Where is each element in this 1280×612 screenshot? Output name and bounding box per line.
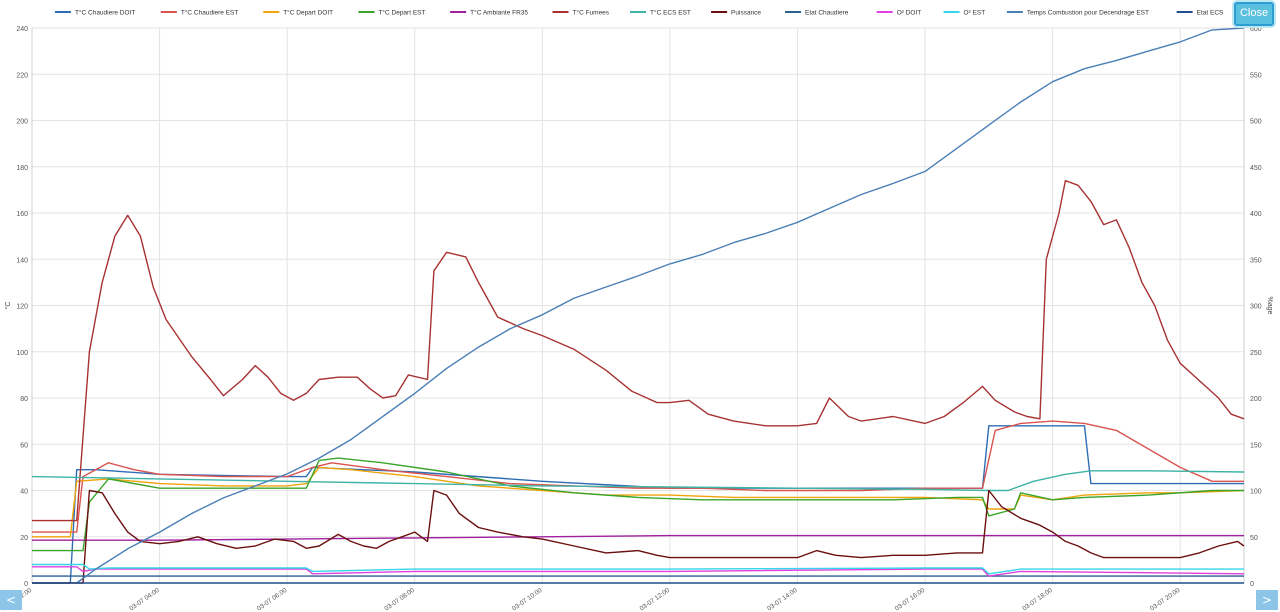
- legend-label: T°C Depart EST: [378, 9, 425, 17]
- y-left-tick-label: 240: [16, 26, 28, 33]
- legend-item-10[interactable]: O² EST: [943, 10, 986, 17]
- line-chart: 0204060801001201401601802002202400501001…: [1, 9, 1273, 612]
- legend-label: O² DOIT: [897, 10, 922, 17]
- y-right-tick-label: 550: [1250, 72, 1262, 79]
- legend-label: T°C Chaudiere DOIT: [75, 9, 135, 17]
- legend-item-0[interactable]: T°C Chaudiere DOIT: [54, 9, 135, 17]
- y-right-tick-label: 100: [1250, 489, 1262, 496]
- legend-item-11[interactable]: Temps Combustion pour Decendrage EST: [1006, 10, 1149, 17]
- legend-item-4[interactable]: T°C Ambiante FR35: [450, 9, 528, 17]
- y-left-tick-label: 60: [20, 442, 28, 449]
- y-right-tick-label: 150: [1250, 442, 1262, 449]
- y-left-tick-label: 40: [20, 489, 28, 496]
- y-left-tick-label: 20: [20, 535, 28, 542]
- y-right-tick-label: 500: [1250, 119, 1262, 126]
- x-tick-label: 03-07 14:00: [766, 587, 799, 612]
- prev-button[interactable]: <: [0, 590, 22, 610]
- legend-item-1[interactable]: T°C Chaudiere EST: [160, 9, 239, 17]
- y-left-tick-label: 140: [16, 257, 28, 264]
- y-right-tick-label: 200: [1250, 396, 1262, 403]
- x-tick-label: 03-07 10:00: [511, 587, 544, 612]
- x-tick-label: 03-07 16:00: [894, 587, 927, 612]
- y-left-tick-label: 200: [16, 119, 28, 126]
- legend[interactable]: T°C Chaudiere DOIT T°C Chaudiere EST T°C D…: [54, 9, 1224, 17]
- y-right-tick-label: 350: [1250, 257, 1262, 264]
- x-tick-label: 03-07 08:00: [383, 587, 416, 612]
- y-left-tick-label: 100: [16, 350, 28, 357]
- series-line-5: [32, 179, 1245, 522]
- legend-label: T°C Fumees: [573, 9, 610, 17]
- legend-label: T°C Depart DOIT: [283, 9, 333, 17]
- legend-item-12[interactable]: Etat ECS: [1176, 10, 1224, 17]
- axes: 0204060801001201401601802002202400501001…: [1, 26, 1273, 612]
- legend-label: T°C Chaudiere EST: [181, 9, 239, 17]
- y-left-tick-label: 160: [16, 211, 28, 218]
- legend-label: T°C ECS EST: [650, 9, 691, 17]
- next-button[interactable]: >: [1256, 590, 1278, 610]
- legend-label: Etat Chaudiere: [805, 10, 849, 17]
- series-line-0: [32, 425, 1244, 584]
- x-tick-label: 03-07 20:00: [1149, 587, 1182, 612]
- y-left-axis-title: °C: [4, 302, 12, 310]
- y-left-tick-label: 120: [16, 304, 28, 311]
- y-right-tick-label: 300: [1250, 304, 1262, 311]
- x-tick-label: 03-07 04:00: [128, 587, 161, 612]
- y-right-tick-label: 250: [1250, 350, 1262, 357]
- legend-label: Etat ECS: [1197, 10, 1224, 17]
- series-line-1: [32, 420, 1244, 533]
- close-button[interactable]: Close: [1234, 2, 1274, 26]
- legend-item-5[interactable]: T°C Fumees: [552, 9, 610, 17]
- x-tick-label: 03-07 06:00: [256, 587, 289, 612]
- y-left-tick-label: 80: [20, 396, 28, 403]
- legend-item-7[interactable]: Puissance: [711, 10, 761, 17]
- y-right-tick-label: 400: [1250, 211, 1262, 218]
- y-right-tick-label: 450: [1250, 165, 1262, 172]
- legend-item-6[interactable]: T°C ECS EST: [630, 9, 691, 17]
- y-right-tick-label: 50: [1250, 535, 1258, 542]
- legend-item-3[interactable]: T°C Depart EST: [358, 9, 426, 17]
- x-tick-label: 03-07 18:00: [1021, 587, 1054, 612]
- legend-label: Temps Combustion pour Decendrage EST: [1027, 10, 1149, 17]
- legend-label: T°C Ambiante FR35: [470, 9, 528, 17]
- y-right-tick-label: 0: [1250, 581, 1254, 588]
- legend-label: O² EST: [964, 10, 986, 17]
- y-right-axis-title: %age: [1266, 297, 1273, 315]
- legend-item-2[interactable]: T°C Depart DOIT: [263, 9, 333, 17]
- x-tick-label: 03-07 12:00: [639, 587, 672, 612]
- y-left-tick-label: 180: [16, 165, 28, 172]
- legend-item-9[interactable]: O² DOIT: [876, 10, 922, 17]
- legend-item-8[interactable]: Etat Chaudiere: [785, 10, 849, 17]
- y-left-tick-label: 220: [16, 72, 28, 79]
- y-right-tick-label: 600: [1250, 26, 1262, 33]
- legend-label: Puissance: [731, 10, 761, 17]
